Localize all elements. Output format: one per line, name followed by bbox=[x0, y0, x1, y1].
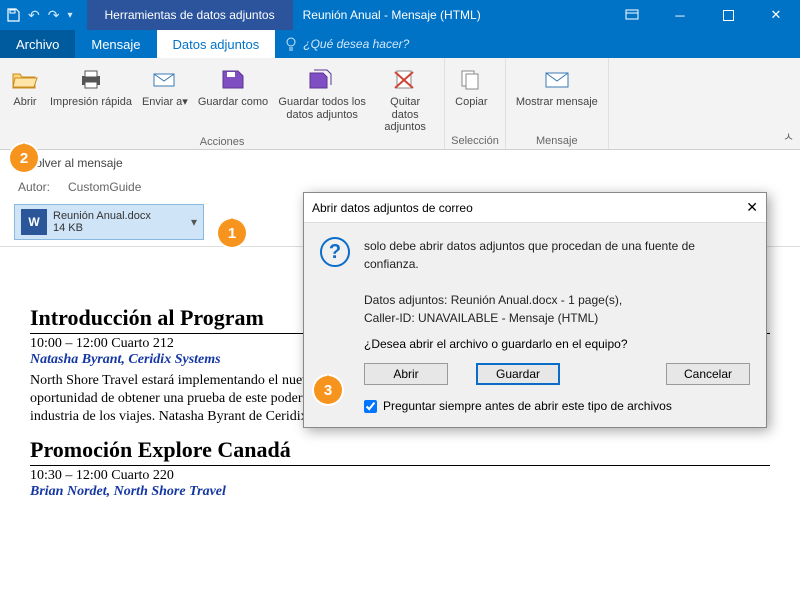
dialog-close-button[interactable]: ✕ bbox=[746, 199, 758, 216]
remove-label: Quitar datos adjuntos bbox=[376, 96, 434, 134]
section2-speaker: Brian Nordet, North Shore Travel bbox=[30, 484, 770, 500]
remove-attachment-icon bbox=[390, 64, 420, 94]
attachment-size: 14 KB bbox=[53, 222, 151, 234]
printer-icon bbox=[76, 64, 106, 94]
envelope-icon bbox=[542, 64, 572, 94]
ribbon-group-message: Mostrar mensaje Mensaje bbox=[506, 58, 609, 149]
open-folder-icon bbox=[10, 64, 40, 94]
tell-me-search[interactable]: ¿Qué desea hacer? bbox=[285, 30, 409, 58]
author-value: CustomGuide bbox=[68, 180, 141, 194]
save-as-label: Guardar como bbox=[198, 96, 268, 109]
section2-time: 10:30 – 12:00 Cuarto 220 bbox=[30, 468, 770, 484]
copy-icon bbox=[456, 64, 486, 94]
author-label: Autor: bbox=[18, 180, 50, 194]
dialog-callerid-line: Caller-ID: UNAVAILABLE - Mensaje (HTML) bbox=[364, 309, 750, 327]
chevron-down-icon[interactable]: ▾ bbox=[191, 215, 197, 229]
dialog-text: solo debe abrir datos adjuntos que proce… bbox=[364, 237, 750, 327]
quick-print-button[interactable]: Impresión rápida bbox=[46, 62, 136, 136]
dialog-open-button[interactable]: Abrir bbox=[364, 363, 448, 385]
dialog-save-button[interactable]: Guardar bbox=[476, 363, 560, 385]
ribbon-options-icon[interactable] bbox=[608, 0, 656, 30]
save-all-button[interactable]: Guardar todos los datos adjuntos bbox=[274, 62, 370, 136]
show-message-button[interactable]: Mostrar mensaje bbox=[512, 62, 602, 111]
save-as-button[interactable]: Guardar como bbox=[194, 62, 272, 136]
maximize-button[interactable] bbox=[704, 0, 752, 30]
contextual-tab-title: Herramientas de datos adjuntos bbox=[87, 0, 293, 30]
callout-2: 2 bbox=[10, 144, 38, 172]
window-title: Reunión Anual - Mensaje (HTML) bbox=[303, 8, 481, 22]
word-file-icon: W bbox=[21, 209, 47, 235]
group-label-selection: Selección bbox=[451, 135, 499, 147]
titlebar: ↶ ↷ ▾ Herramientas de datos adjuntos Reu… bbox=[0, 0, 800, 30]
dialog-title: Abrir datos adjuntos de correo bbox=[312, 201, 473, 215]
attachment-chip[interactable]: W Reunión Anual.docx 14 KB ▾ bbox=[14, 204, 204, 240]
save-all-icon bbox=[307, 64, 337, 94]
quick-access-toolbar: ↶ ↷ ▾ bbox=[0, 7, 79, 24]
collapse-ribbon-icon[interactable]: ㅅ bbox=[783, 128, 794, 145]
tab-attachments[interactable]: Datos adjuntos bbox=[157, 30, 276, 58]
save-as-icon bbox=[218, 64, 248, 94]
save-icon[interactable] bbox=[6, 8, 20, 22]
qat-chevron-down-icon[interactable]: ▾ bbox=[67, 10, 72, 21]
dialog-question: ¿Desea abrir el archivo o guardarlo en e… bbox=[304, 333, 766, 359]
lightbulb-icon bbox=[285, 37, 297, 51]
send-as-label: Enviar a▾ bbox=[142, 96, 188, 109]
close-button[interactable]: ✕ bbox=[752, 0, 800, 30]
send-as-button[interactable]: Enviar a▾ bbox=[138, 62, 192, 136]
undo-icon[interactable]: ↶ bbox=[28, 7, 40, 24]
back-to-message-link[interactable]: Volver al mensaje bbox=[28, 156, 123, 170]
open-attachment-dialog: Abrir datos adjuntos de correo ✕ ? solo … bbox=[303, 192, 767, 428]
tab-file[interactable]: Archivo bbox=[0, 30, 75, 58]
copy-button[interactable]: Copiar bbox=[451, 62, 491, 111]
redo-icon[interactable]: ↷ bbox=[48, 7, 60, 24]
dialog-attachment-line: Datos adjuntos: Reunión Anual.docx - 1 p… bbox=[364, 291, 750, 309]
quick-print-label: Impresión rápida bbox=[50, 96, 132, 109]
back-to-message-row: ← Volver al mensaje bbox=[0, 150, 800, 176]
always-ask-checkbox[interactable] bbox=[364, 400, 377, 413]
tab-message[interactable]: Mensaje bbox=[75, 30, 156, 58]
minimize-button[interactable]: ─ bbox=[656, 0, 704, 30]
ribbon: Abrir Impresión rápida Enviar a▾ Guardar… bbox=[0, 58, 800, 150]
ribbon-tabs: Archivo Mensaje Datos adjuntos ¿Qué dese… bbox=[0, 30, 800, 58]
callout-3: 3 bbox=[314, 376, 342, 404]
dialog-warning-line: solo debe abrir datos adjuntos que proce… bbox=[364, 237, 750, 273]
open-button[interactable]: Abrir bbox=[6, 62, 44, 136]
question-mark-icon: ? bbox=[320, 237, 350, 267]
tell-me-placeholder: ¿Qué desea hacer? bbox=[303, 37, 409, 51]
show-message-label: Mostrar mensaje bbox=[516, 96, 598, 109]
open-label: Abrir bbox=[13, 96, 36, 109]
group-label-message: Mensaje bbox=[512, 135, 602, 147]
copy-label: Copiar bbox=[455, 96, 487, 109]
save-all-label: Guardar todos los datos adjuntos bbox=[278, 96, 366, 121]
group-label-actions: Acciones bbox=[6, 136, 438, 148]
ribbon-group-actions: Abrir Impresión rápida Enviar a▾ Guardar… bbox=[0, 58, 445, 149]
dialog-cancel-button[interactable]: Cancelar bbox=[666, 363, 750, 385]
send-as-icon bbox=[150, 64, 180, 94]
attachment-filename: Reunión Anual.docx bbox=[53, 210, 151, 222]
ribbon-group-selection: Copiar Selección bbox=[445, 58, 506, 149]
remove-attachment-button[interactable]: Quitar datos adjuntos bbox=[372, 62, 438, 136]
callout-1: 1 bbox=[218, 219, 246, 247]
section2-title: Promoción Explore Canadá bbox=[30, 437, 770, 463]
always-ask-label: Preguntar siempre antes de abrir este ti… bbox=[383, 399, 672, 413]
